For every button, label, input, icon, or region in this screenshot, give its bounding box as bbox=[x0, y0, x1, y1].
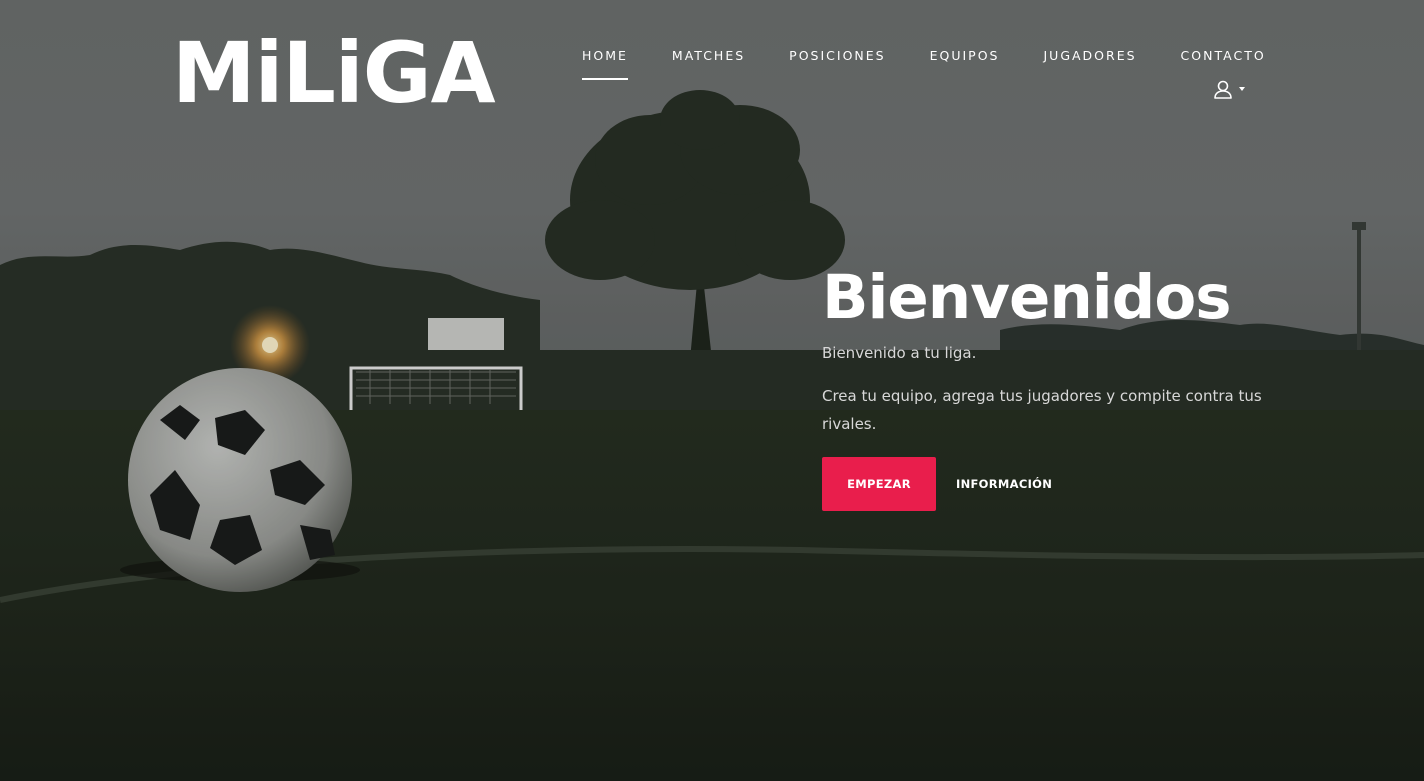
hero-title: Bienvenidos bbox=[822, 262, 1232, 333]
nav-item-matches[interactable]: MATCHES bbox=[672, 46, 745, 76]
hero-content: Bienvenidos Bienvenido a tu liga. Crea t… bbox=[822, 262, 1272, 511]
nav-item-equipos[interactable]: EQUIPOS bbox=[930, 46, 1000, 76]
hero-actions: EMPEZAR INFORMACIÓN bbox=[822, 457, 1052, 511]
nav-item-posiciones[interactable]: POSICIONES bbox=[789, 46, 885, 76]
user-menu-toggle[interactable] bbox=[1212, 78, 1252, 102]
start-button[interactable]: EMPEZAR bbox=[822, 457, 936, 511]
nav-item-jugadores[interactable]: JUGADORES bbox=[1043, 46, 1136, 76]
chevron-down-icon bbox=[1239, 87, 1245, 91]
logo-text: MiLiGA bbox=[172, 24, 496, 122]
main-navigation: HOME MATCHES POSICIONES EQUIPOS JUGADORE… bbox=[560, 46, 1288, 80]
info-link[interactable]: INFORMACIÓN bbox=[956, 477, 1052, 491]
hero-subtitle: Bienvenido a tu liga. bbox=[822, 344, 977, 362]
user-icon bbox=[1214, 80, 1232, 99]
hero-description: Crea tu equipo, agrega tus jugadores y c… bbox=[822, 387, 1262, 433]
nav-item-contacto[interactable]: CONTACTO bbox=[1181, 46, 1266, 76]
nav-item-home[interactable]: HOME bbox=[582, 46, 628, 80]
site-logo[interactable]: MiLiGA bbox=[172, 30, 496, 116]
